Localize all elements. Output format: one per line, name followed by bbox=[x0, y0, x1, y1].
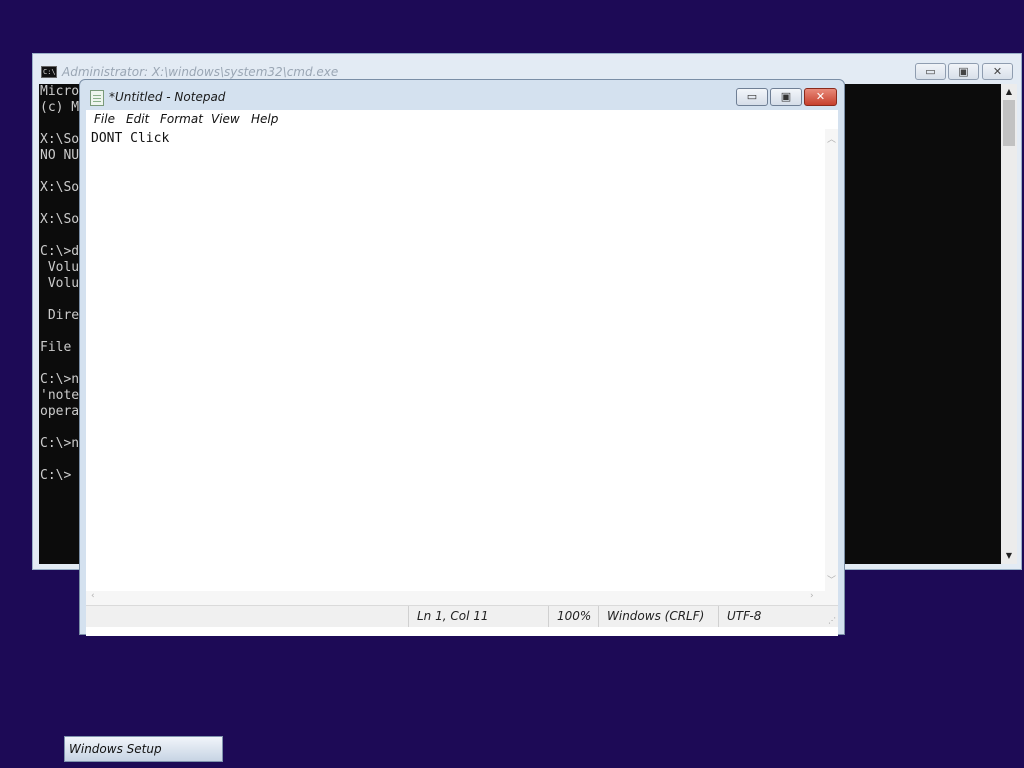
cmd-output-line: C:\>n bbox=[40, 372, 80, 387]
cmd-icon: C:\ bbox=[41, 66, 57, 78]
status-encoding: UTF-8 bbox=[718, 606, 838, 627]
cmd-output-line: Dire bbox=[40, 308, 80, 323]
scroll-left-icon[interactable]: ‹ bbox=[91, 591, 95, 601]
cmd-output-line: C:\> bbox=[40, 468, 72, 483]
menu-format[interactable]: Format bbox=[160, 112, 203, 126]
cmd-output-line: C:\>d bbox=[40, 244, 80, 259]
notepad-text-content[interactable]: DONT Click bbox=[91, 131, 169, 146]
cmd-window-title: Administrator: X:\windows\system32\cmd.e… bbox=[62, 65, 339, 79]
menu-file[interactable]: File bbox=[94, 112, 115, 126]
notepad-minimize-button[interactable]: ▭ bbox=[736, 88, 768, 106]
cmd-scrollbar[interactable]: ▲ ▼ bbox=[1001, 84, 1017, 564]
scroll-down-icon[interactable]: ▼ bbox=[1001, 548, 1017, 564]
notepad-editor[interactable]: DONT Click ︿ ﹀ ‹ › Ln 1, Col 11 100% Win… bbox=[86, 129, 838, 636]
menu-view[interactable]: View bbox=[211, 112, 240, 126]
status-line-ending: Windows (CRLF) bbox=[598, 606, 718, 627]
notepad-vertical-scrollbar[interactable]: ︿ ﹀ bbox=[825, 129, 838, 591]
cmd-minimize-button[interactable]: ▭ bbox=[915, 63, 946, 80]
cmd-output-line: C:\>n bbox=[40, 436, 80, 451]
cmd-output-line: opera bbox=[40, 404, 80, 419]
notepad-horizontal-scrollbar[interactable]: ‹ › bbox=[86, 591, 838, 605]
notepad-statusbar: Ln 1, Col 11 100% Windows (CRLF) UTF-8 ⋰ bbox=[86, 605, 838, 627]
notepad-icon bbox=[90, 90, 104, 106]
cmd-output-line: X:\So bbox=[40, 132, 80, 147]
cmd-output-line: NO NU bbox=[40, 148, 80, 163]
notepad-window[interactable]: *Untitled - Notepad ▭ ▣ ✕ File Edit Form… bbox=[79, 79, 845, 636]
scroll-up-icon[interactable]: ︿ bbox=[827, 132, 836, 145]
cmd-output: Micro (c) M X:\So NO NU X:\So X:\So C:\>… bbox=[40, 84, 79, 484]
notepad-menubar: File Edit Format View Help bbox=[86, 110, 838, 129]
cmd-scroll-thumb[interactable] bbox=[1003, 100, 1015, 146]
cmd-output-line: File bbox=[40, 340, 80, 355]
cmd-output-line: 'note bbox=[40, 388, 80, 403]
scroll-up-icon[interactable]: ▲ bbox=[1001, 84, 1017, 100]
status-cursor-position: Ln 1, Col 11 bbox=[408, 606, 548, 627]
cmd-maximize-button[interactable]: ▣ bbox=[948, 63, 979, 80]
cmd-output-line: X:\So bbox=[40, 180, 80, 195]
cmd-output-line: (c) M bbox=[40, 100, 80, 115]
cmd-output-line: Volu bbox=[40, 260, 80, 275]
resize-grip-icon[interactable]: ⋰ bbox=[828, 616, 836, 625]
cmd-output-line: Volu bbox=[40, 276, 80, 291]
notepad-window-title: *Untitled - Notepad bbox=[109, 90, 226, 104]
menu-edit[interactable]: Edit bbox=[126, 112, 149, 126]
cmd-output-line: X:\So bbox=[40, 212, 80, 227]
cmd-close-button[interactable]: ✕ bbox=[982, 63, 1013, 80]
notepad-maximize-button[interactable]: ▣ bbox=[770, 88, 802, 106]
taskbar-item-windows-setup[interactable]: Windows Setup bbox=[64, 736, 223, 762]
scroll-right-icon[interactable]: › bbox=[810, 591, 814, 601]
cmd-output-line: Micro bbox=[40, 84, 80, 99]
menu-help[interactable]: Help bbox=[251, 112, 278, 126]
notepad-close-button[interactable]: ✕ bbox=[804, 88, 837, 106]
status-zoom: 100% bbox=[548, 606, 598, 627]
scroll-down-icon[interactable]: ﹀ bbox=[827, 573, 836, 586]
